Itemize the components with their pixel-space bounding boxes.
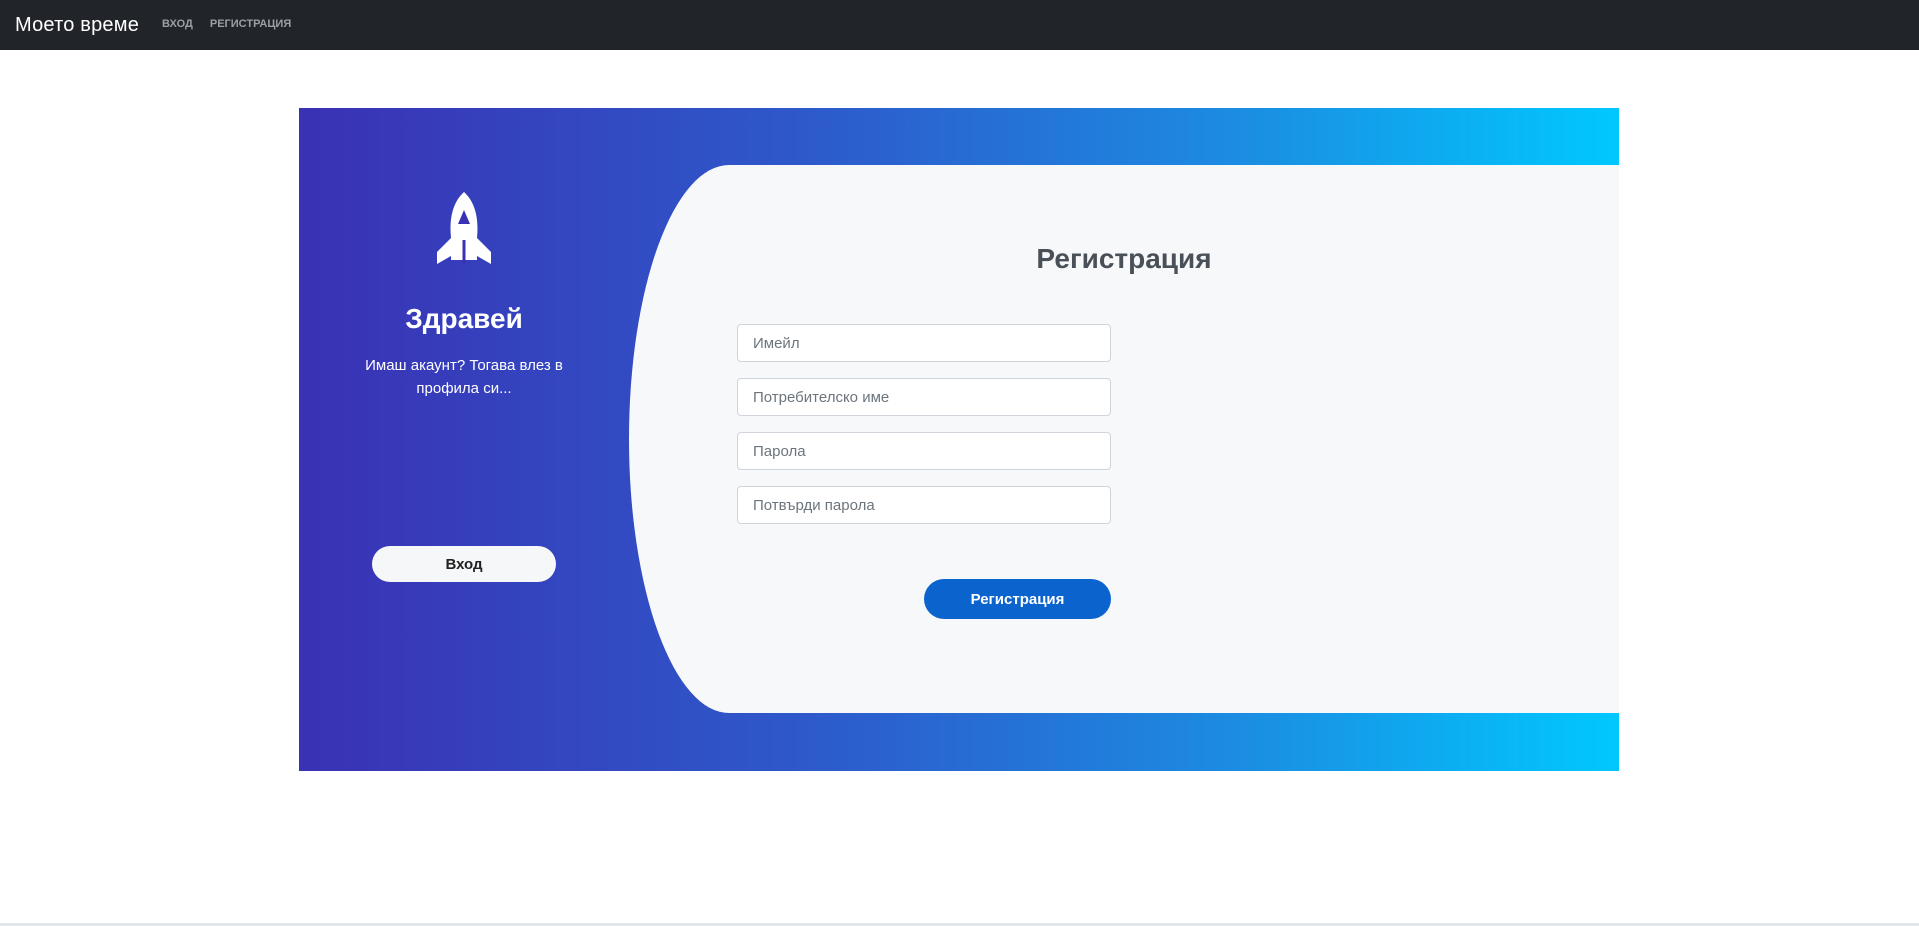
username-field[interactable] — [737, 378, 1111, 416]
nav-link-login[interactable]: Вход — [162, 18, 193, 30]
welcome-panel: Здравей Имаш акаунт? Тогава влез в профи… — [299, 108, 629, 771]
rocket-icon — [437, 192, 491, 264]
welcome-heading: Здравей — [405, 303, 523, 334]
register-heading: Регистрация — [1036, 243, 1212, 274]
auth-card: Здравей Имаш акаунт? Тогава влез в профи… — [299, 108, 1619, 771]
email-field[interactable] — [737, 324, 1111, 362]
register-form-panel: Регистрация Регистрация — [629, 165, 1619, 713]
brand-link[interactable]: Моето време — [15, 14, 139, 37]
nav-link-register[interactable]: Регистрация — [210, 18, 291, 30]
confirm-password-field[interactable] — [737, 486, 1111, 524]
top-navbar: Моето време Вход Регистрация — [0, 0, 1919, 50]
password-field[interactable] — [737, 432, 1111, 470]
welcome-subtitle: Имаш акаунт? Тогава влез в профила си... — [365, 357, 563, 397]
login-button[interactable]: Вход — [372, 546, 556, 582]
register-button[interactable]: Регистрация — [924, 579, 1111, 619]
